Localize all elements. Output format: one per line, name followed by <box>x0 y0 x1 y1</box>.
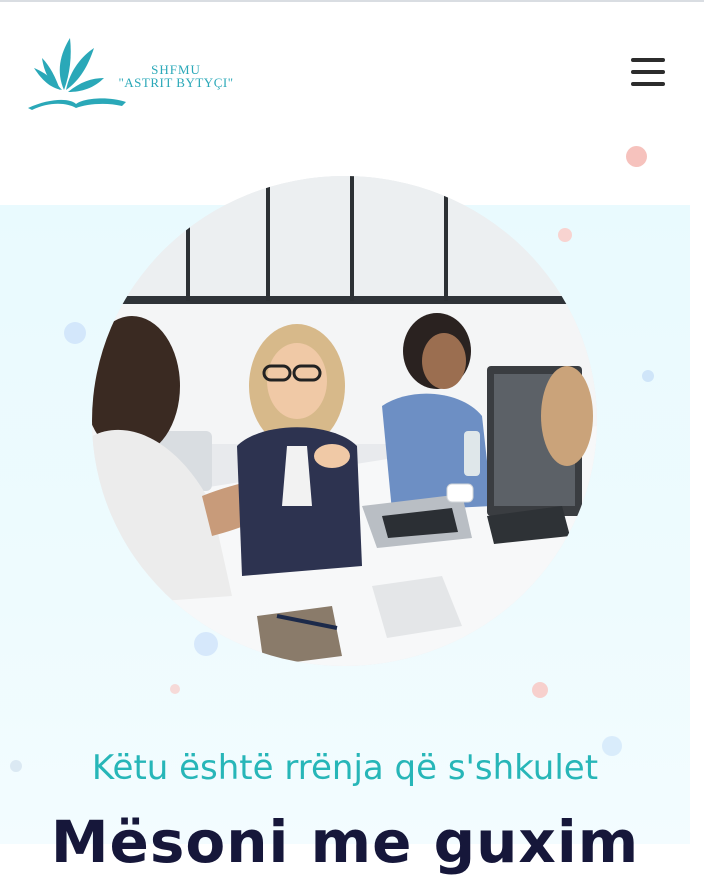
hamburger-menu-icon <box>626 56 670 86</box>
logo-text: SHFMU "ASTRIT BYTYÇI" <box>116 63 236 89</box>
logo-line-2: "ASTRIT BYTYÇI" <box>118 75 234 90</box>
decorative-dot <box>626 146 647 167</box>
hero-title: Mësoni me guxim <box>50 808 640 876</box>
decorative-dot <box>170 684 180 694</box>
hamburger-menu-button[interactable] <box>626 56 670 92</box>
hero-tagline: Këtu është rrënja që s'shkulet <box>91 748 599 788</box>
school-logo[interactable]: SHFMU "ASTRIT BYTYÇI" <box>26 32 233 112</box>
decorative-dot <box>558 228 572 242</box>
decorative-dot <box>532 682 548 698</box>
site-header: SHFMU "ASTRIT BYTYÇI" <box>0 0 704 130</box>
decorative-dot <box>64 322 86 344</box>
hero-photo-office-team <box>92 176 597 666</box>
decorative-dot <box>642 370 654 382</box>
decorative-dot <box>194 632 218 656</box>
